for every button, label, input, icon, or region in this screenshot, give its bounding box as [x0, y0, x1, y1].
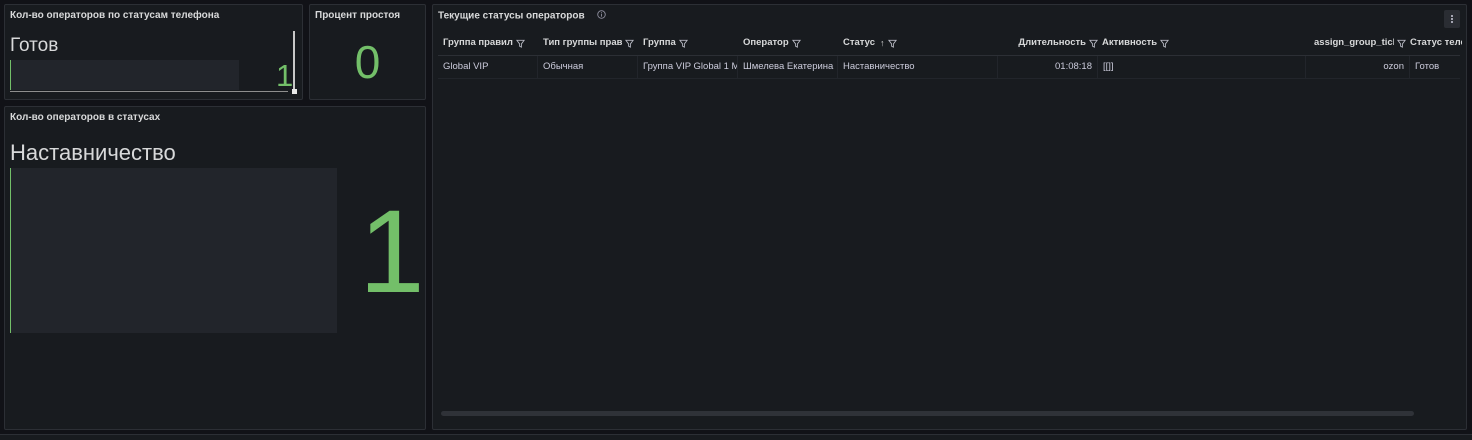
cell-phone-status: Готов [1415, 61, 1440, 72]
column-header[interactable]: Группа правил [443, 31, 538, 55]
column-header[interactable]: Оператор [743, 31, 838, 55]
filter-icon[interactable] [791, 39, 801, 48]
column-header[interactable]: Группа [643, 31, 738, 55]
bar-gauge-background [10, 60, 239, 90]
column-header[interactable]: Активность [1102, 31, 1302, 55]
resize-handle-icon[interactable] [292, 89, 297, 94]
cell-group-type: Обычная [538, 56, 638, 78]
filter-icon[interactable] [1089, 39, 1098, 48]
filter-icon[interactable] [678, 39, 688, 48]
filter-icon[interactable] [515, 39, 525, 48]
filter-icon[interactable] [887, 39, 897, 48]
status-label: Готов [10, 35, 59, 56]
bar-gauge-background [10, 168, 337, 333]
table-header: Группа правил Тип группы прав Группа Опе… [438, 31, 1462, 56]
next-row-panel-edge [0, 434, 1472, 440]
idle-percent-value: 0 [354, 36, 381, 88]
info-icon[interactable] [597, 10, 607, 22]
gauge-scale-line [10, 91, 288, 92]
kebab-menu-icon[interactable] [1444, 10, 1460, 28]
column-header[interactable]: assign_group_ticl [1306, 31, 1406, 55]
panel-idle-percent: Процент простоя 0 [309, 4, 426, 100]
gauge-scale-vertical [293, 31, 295, 91]
panel-title[interactable]: Процент простоя [315, 10, 400, 21]
panel-current-statuses: Текущие статусы операторов Группа правил… [432, 4, 1467, 430]
filter-icon[interactable] [1160, 39, 1170, 48]
table-row[interactable]: Global VIP Обычная Группа VIP Global 1 M… [438, 56, 1460, 79]
panel-phone-status: Кол-во операторов по статусам телефона Г… [4, 4, 303, 100]
panel-title[interactable]: Кол-во операторов в статусах [10, 112, 160, 123]
filter-icon[interactable] [625, 39, 634, 48]
panel-title[interactable]: Кол-во операторов по статусам телефона [10, 10, 219, 21]
horizontal-scrollbar[interactable] [441, 411, 1414, 416]
cell-assign-group: ozon [1306, 56, 1410, 78]
panel-title-text: Текущие статусы операторов [438, 10, 585, 22]
cell-rule-group: Global VIP [438, 56, 538, 78]
column-header[interactable]: Длительность [998, 31, 1098, 55]
status-count-value: 1 [276, 58, 294, 93]
status-label: Наставничество [10, 140, 176, 165]
status-count-value: 1 [359, 186, 425, 318]
filter-icon[interactable] [1397, 39, 1406, 48]
column-header[interactable]: Тип группы прав [543, 31, 638, 55]
column-header[interactable]: Статус ↑ [843, 31, 998, 55]
cell-status: Наставничество [838, 56, 998, 78]
sort-ascending-icon[interactable]: ↑ [880, 38, 885, 48]
panel-operators-in-status: Кол-во операторов в статусах Наставничес… [4, 106, 426, 430]
panel-title[interactable]: Текущие статусы операторов [438, 10, 607, 22]
bar-gauge-accent [10, 60, 11, 90]
cell-group: Группа VIP Global 1 M [638, 56, 738, 78]
column-header[interactable]: Статус теле [1410, 31, 1462, 55]
bar-gauge-accent [10, 168, 11, 333]
cell-operator: Шмелева Екатерина [738, 56, 838, 78]
cell-duration: 01:08:18 [998, 56, 1098, 78]
cell-activity: [[]] [1098, 56, 1306, 78]
